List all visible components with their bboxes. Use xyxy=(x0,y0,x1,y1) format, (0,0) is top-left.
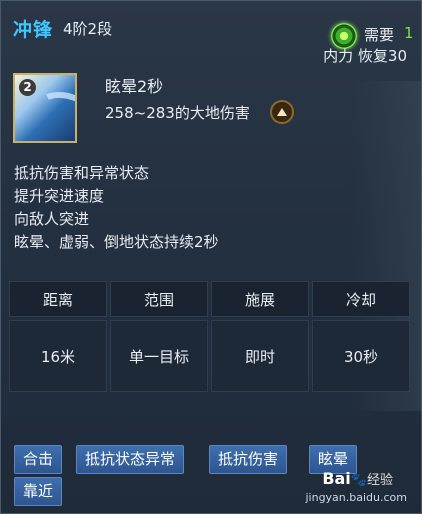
description-line: 抵抗伤害和异常状态 xyxy=(14,164,150,182)
skill-rank: 4阶2段 xyxy=(63,20,113,38)
stat-value-area: 单一目标 xyxy=(110,320,208,392)
skill-description: 抵抗伤害和异常状态 提升突进速度 向敌人突进 眩晕、虚弱、倒地状态持续2秒 xyxy=(14,162,219,254)
stat-value-cast: 即时 xyxy=(211,320,309,392)
effect-damage: 258~283的大地伤害 xyxy=(105,104,250,122)
cost-value: 1 xyxy=(404,24,414,42)
stat-header-cast: 施展 xyxy=(211,281,309,317)
stat-value-cooldown: 30秒 xyxy=(312,320,410,392)
effect-title: 眩晕2秒 xyxy=(105,77,164,96)
description-line: 提升突进速度 xyxy=(14,187,105,205)
energy-regen: 内力 恢复30 xyxy=(323,47,407,65)
stats-table: 距离 范围 施展 冷却 16米 单一目标 即时 30秒 xyxy=(9,281,410,392)
earth-element-icon xyxy=(270,100,294,124)
skill-icon-badge: 2 xyxy=(19,79,36,96)
baidu-watermark: Bai🐾经验 jingyan.baidu.com xyxy=(305,469,407,504)
watermark-brand-suffix: 经验 xyxy=(366,473,393,488)
skill-tooltip: 冲锋 4阶2段 需要 1 内力 恢复30 2 眩晕2秒 258~283的大地伤害… xyxy=(0,0,422,514)
skill-name: 冲锋 xyxy=(13,19,54,41)
tag-approach[interactable]: 靠近 xyxy=(14,477,63,506)
tag-resist-status[interactable]: 抵抗状态异常 xyxy=(76,445,185,474)
description-line: 向敌人突进 xyxy=(14,210,90,228)
description-line: 眩晕、虚弱、倒地状态持续2秒 xyxy=(14,233,219,251)
paw-icon: 🐾 xyxy=(350,473,367,488)
tag-combo[interactable]: 合击 xyxy=(14,445,63,474)
tag-resist-damage[interactable]: 抵抗伤害 xyxy=(209,445,288,474)
cost-label: 需要 xyxy=(364,26,395,44)
watermark-brand: Bai xyxy=(322,469,351,488)
stat-header-area: 范围 xyxy=(110,281,208,317)
stat-value-range: 16米 xyxy=(9,320,107,392)
watermark-url: jingyan.baidu.com xyxy=(305,491,407,504)
stat-header-cooldown: 冷却 xyxy=(312,281,410,317)
skill-icon: 2 xyxy=(13,73,77,143)
stat-header-range: 距离 xyxy=(9,281,107,317)
